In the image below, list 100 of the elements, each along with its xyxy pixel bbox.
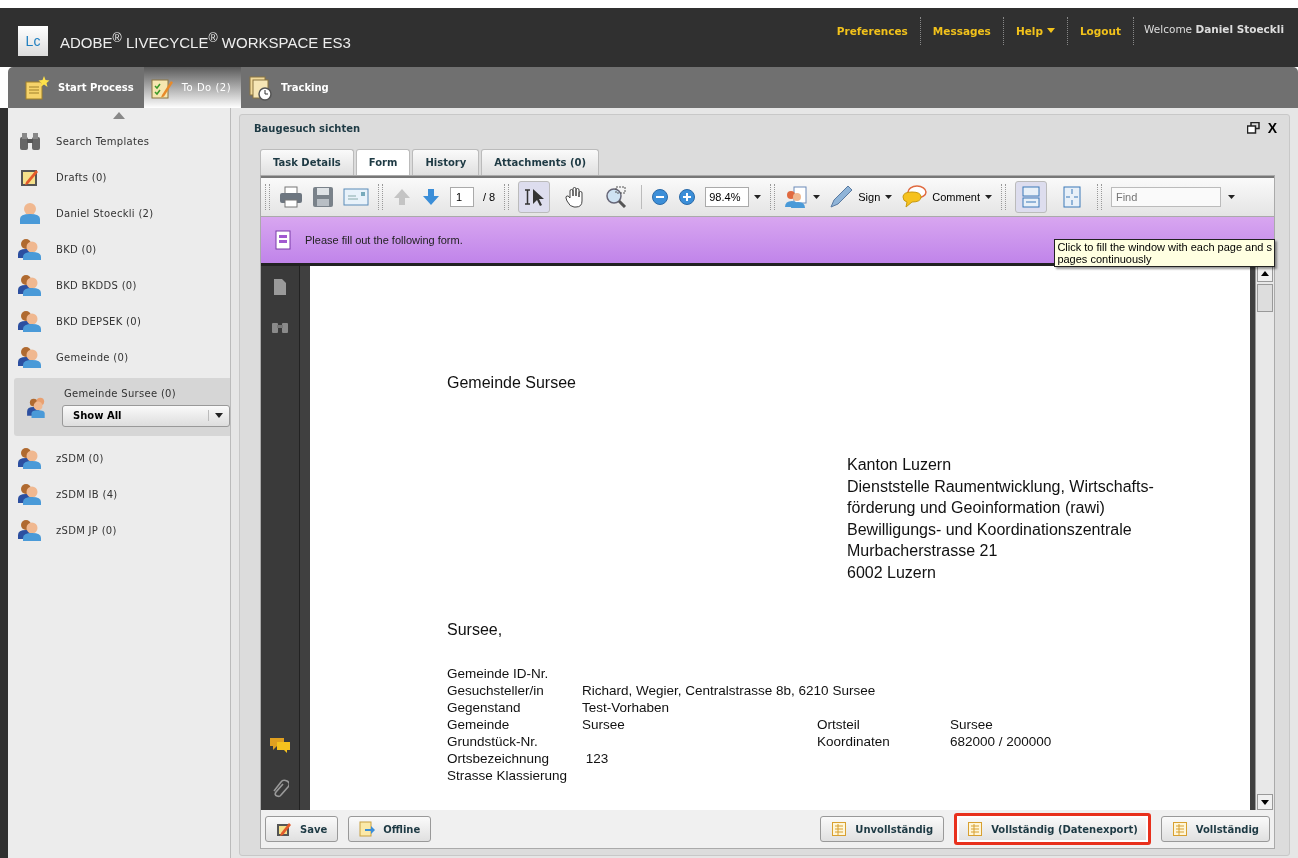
people-document-icon [784,185,809,209]
caret-icon [754,195,762,199]
form-tab[interactable]: Task Details [260,149,354,175]
fit-page-icon [1062,186,1081,208]
caret-icon [813,195,821,199]
sidebar-item[interactable]: Gemeinde (0) [8,339,230,375]
header-link[interactable]: Logout [1067,16,1134,37]
print-icon[interactable] [279,186,303,208]
people-icon [18,310,42,332]
sidebar-item[interactable]: zSDM IB (4) [8,476,230,512]
scroll-thumb[interactable] [1257,284,1273,312]
filter-dropdown[interactable]: Show All [62,404,230,427]
field-value: 682000 / 200000 [950,734,1052,749]
page-total: / 8 [483,191,496,203]
find-field[interactable]: Find [1110,187,1221,207]
save-icon[interactable] [312,186,334,208]
address-line: förderung und Geoinformation (rawi) [847,498,1106,518]
document-heading: Gemeinde Sursee [447,374,577,392]
arrow-down-icon[interactable] [421,187,441,207]
sidebar-item[interactable]: BKD BKDDS (0) [8,267,230,303]
address-line: Bewilligungs- und Koordinationszentrale [847,519,1133,540]
form-tab[interactable]: History [412,149,480,175]
sidebar-item[interactable]: Search Templates [8,123,230,159]
field-label: Gemeinde ID-Nr. [447,665,550,682]
sidebar-item[interactable]: BKD DEPSEK (0) [8,303,230,339]
sidebar-item[interactable]: zSDM JP (0) [8,512,230,548]
sidebar-item[interactable]: BKD (0) [8,231,230,267]
submit-button[interactable]: Vollständig [1160,816,1270,842]
form-tab[interactable]: Form [355,149,411,175]
field-label: Gemeinde [447,716,511,733]
sign-button[interactable]: Sign [829,185,893,209]
page-number-field[interactable]: 1 [450,187,474,207]
app-tab[interactable]: Tracking [241,67,339,108]
field-value: Sursee [950,717,993,732]
pen-icon [829,185,854,209]
address-line: Kanton Luzern [847,455,953,475]
tooltip: Click to fill the window with each page and s pages continuously [1054,239,1275,267]
sidebar-item[interactable]: Daniel Stoeckli (2) [8,195,230,231]
scroll-down-icon[interactable] [1257,794,1273,810]
comments-icon[interactable] [269,736,291,754]
caret-icon [215,413,223,418]
field-value: 123 [584,751,609,766]
people-icon [18,483,42,505]
people-icon [18,238,42,260]
sidebar-item[interactable]: zSDM (0) [8,440,230,476]
sidebar-item[interactable]: Drafts (0) [8,159,230,195]
caret-icon[interactable] [1227,195,1235,199]
cursor-icon [523,187,546,207]
scrollbar[interactable] [1255,266,1274,810]
greeting-text: Sursee, [447,621,504,639]
close-button[interactable]: X [1267,120,1277,136]
document-arrow-icon [359,821,376,837]
form-icon [1171,821,1188,837]
binoculars-icon[interactable] [271,320,289,334]
field-label: Gesuchsteller/in [447,682,545,699]
header-link[interactable]: Preferences [824,16,920,37]
message-text: Please fill out the following form. [305,234,463,246]
field-label: Strasse Klassierung [447,767,569,784]
select-tool-button[interactable] [518,181,551,213]
field-value: Sursee [582,717,625,732]
task-title: Baugesuch sichten [254,122,362,134]
submit-button[interactable]: Unvollständig [820,816,945,842]
queue-label: Gemeinde Sursee (0) [63,387,177,399]
field-value: Richard, Wegier, Centralstrasse 8b, 6210 Sursee [582,683,876,698]
welcome-text: Welcome Daniel Stoeckli [1143,21,1284,35]
speech-bubbles-icon [901,185,928,209]
header-link[interactable]: Messages [920,16,1003,37]
app-tab[interactable]: Start Process [18,67,144,108]
field-label: Ortsbezeichnung [447,750,551,767]
people-icon [18,519,42,541]
comment-button[interactable]: Comment [901,185,992,209]
form-tab[interactable]: Attachments (0) [481,149,600,175]
pages-icon[interactable] [273,278,287,296]
form-icon [831,821,848,837]
restore-icon[interactable] [1246,122,1260,134]
submit-button[interactable]: Vollständig (Datenexport) [954,813,1151,845]
hand-icon [565,186,586,208]
zoom-in-icon[interactable] [678,188,697,206]
envelope-icon[interactable] [343,187,369,207]
fit-width-icon [1021,186,1040,208]
offline-button[interactable]: Offline [348,816,432,842]
caret-icon [1046,28,1055,33]
field-label: Grundstück-Nr. [447,733,539,750]
document-star-icon [24,74,50,101]
notepad-pencil-icon [276,821,292,837]
queue-group[interactable]: Gemeinde Sursee (0) Show All [14,378,230,436]
header-link[interactable]: Help [1003,16,1067,37]
form-icon [275,230,291,250]
save-button[interactable]: Save [265,816,339,842]
zoom-out-icon[interactable] [651,188,670,206]
people-icon [18,274,42,296]
share-dropdown-button[interactable] [784,185,821,209]
field-label: Gegenstand [447,699,522,716]
app-title: ADOBE$^{®}$ LIVECYCLE$^{®}$ WORKSPACE ES3 [60,30,351,51]
address-line: 6002 Luzern [847,562,937,583]
paperclip-icon[interactable] [271,778,289,800]
caret-icon [984,195,992,199]
person-icon [18,202,42,224]
field-label: Koordinaten [817,734,890,749]
caret-icon [885,195,893,199]
